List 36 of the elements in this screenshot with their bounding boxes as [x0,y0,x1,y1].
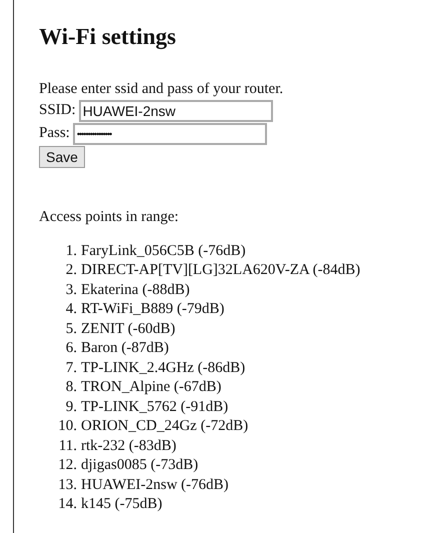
list-number: 9. [64,398,77,416]
list-number: 12. [57,456,77,475]
access-point-entry: rtk-232 (-83dB) [81,436,178,456]
password-field[interactable]: •••••••••••••••• [72,123,267,145]
list-number: 11. [58,436,77,456]
access-point-entry: RT-WiFi_B889 (-79dB) [81,300,226,319]
list-number: 10. [57,417,77,436]
list-number: 1. [64,242,77,260]
access-point-entry: djigas0085 (-73dB) [81,456,200,475]
access-point-entry: FaryLink_056C5B (-76dB) [81,242,247,260]
page-title: Wi-Fi settings [39,23,177,52]
list-number: 5. [64,320,77,338]
access-point-entry: TRON_Alpine (-67dB) [81,378,222,397]
list-number: 7. [64,358,77,378]
access-point-entry: k145 (-75dB) [81,495,164,514]
access-point-entry: HUAWEI-2nsw (-76dB) [81,476,230,494]
access-point-entry: ORION_CD_24Gz (-72dB) [81,417,250,436]
ssid-field[interactable]: HUAWEI-2nsw [78,100,273,122]
access-point-entry: DIRECT-AP[TV][LG]32LA620V-ZA (-84dB) [81,261,360,280]
list-number: 6. [64,339,77,358]
access-point-entry: TP-LINK_5762 (-91dB) [81,398,230,416]
list-number: 14. [57,495,77,514]
field-label: SSID: [39,101,76,120]
access-point-entry: Baron (-87dB) [81,339,170,358]
access-point-entry: ZENIT (-60dB) [81,320,176,338]
section-heading: Access points in range: [39,208,180,227]
field-label: Pass: [39,124,70,144]
list-number: 2. [64,261,77,280]
list-number: 13. [57,476,77,494]
instruction-text: Please enter ssid and pass of your router. [39,80,284,99]
access-point-entry: Ekaterina (-88dB) [81,280,191,300]
save-button[interactable]: Save [39,146,85,168]
list-number: 8. [64,378,77,397]
access-point-entry: TP-LINK_2.4GHz (-86dB) [81,358,246,378]
list-number: 4. [64,300,77,319]
list-number: 3. [64,280,77,300]
